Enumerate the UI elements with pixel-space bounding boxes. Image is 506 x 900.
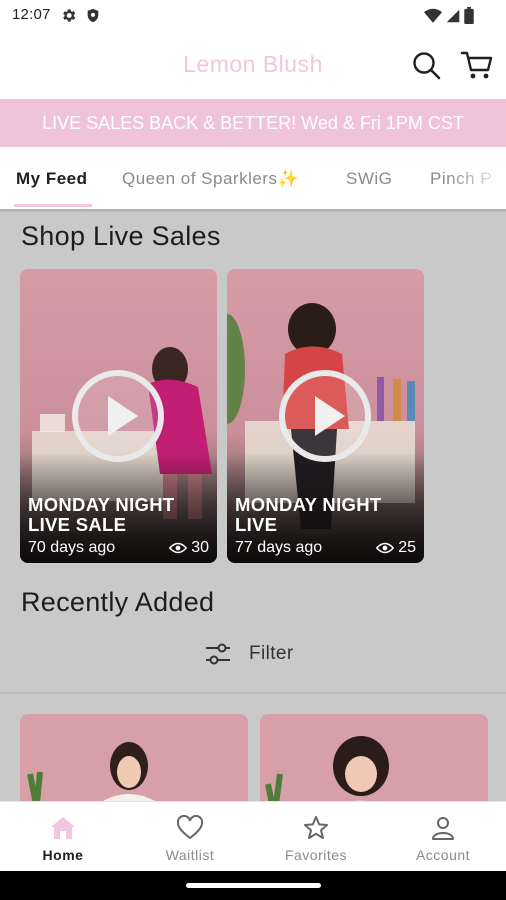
tab-my-feed[interactable]: My Feed [16,169,88,189]
person-icon [432,817,454,840]
product-card[interactable] [20,714,248,801]
shop-live-sales-title: Shop Live Sales [21,221,221,251]
live-sale-title: MONDAY NIGHT LIVE SALE [28,494,175,535]
settings-gear-icon [63,9,76,22]
system-gesture-bar [0,871,506,900]
announcement-banner[interactable]: LIVE SALES BACK & BETTER! Wed & Fri 1PM … [0,99,506,147]
nav-favorites[interactable]: Favorites [253,802,379,872]
battery-icon [464,7,474,24]
nav-account[interactable]: Account [380,802,506,872]
nav-favorites-label: Favorites [284,847,348,863]
live-sale-views: 25 [376,539,416,557]
home-gesture-handle[interactable] [186,883,321,888]
feed-tabs: My Feed Queen of Sparklers✨ SWiG Pinch P [0,147,506,209]
product-card[interactable] [260,714,488,801]
live-sale-age: 77 days ago [235,539,323,556]
live-sale-card[interactable]: MONDAY NIGHT LIVE SALE 70 days ago 30 [20,269,217,563]
eye-icon [169,542,188,554]
heart-icon [177,815,203,840]
play-icon[interactable] [70,368,166,464]
content-shadow [0,209,506,213]
star-icon [304,816,328,839]
status-bar: 12:07 [0,0,506,32]
active-tab-indicator [14,204,92,207]
nav-waitlist[interactable]: Waitlist [127,802,253,872]
divider [0,692,506,694]
tab-queen-of-sparklers[interactable]: Queen of Sparklers✨ [122,169,299,189]
eye-icon [376,542,395,554]
nav-account-label: Account [415,847,471,863]
live-sale-age: 70 days ago [28,539,116,556]
status-time: 12:07 [12,6,51,23]
app-header: Lemon Blush [0,32,506,99]
tabs-fade [446,147,506,209]
bottom-navigation: Home Waitlist Favorites Account [0,801,506,872]
sliders-icon [206,643,230,665]
live-sale-title: MONDAY NIGHT LIVE [235,494,382,535]
view-count: 25 [398,539,416,556]
cart-icon[interactable] [460,49,494,81]
signal-icon [446,9,460,22]
product-image [27,742,155,801]
tab-swig[interactable]: SWiG [346,169,392,189]
search-icon[interactable] [410,49,442,81]
product-image [265,736,389,801]
view-count: 30 [191,539,209,556]
nav-waitlist-label: Waitlist [165,847,215,863]
nav-home-label: Home [42,847,84,863]
recently-added-title: Recently Added [21,587,215,617]
nav-home[interactable]: Home [0,802,126,872]
live-sale-card[interactable]: MONDAY NIGHT LIVE 77 days ago 25 [227,269,424,563]
filter-button[interactable]: Filter [205,643,294,665]
shield-icon [87,8,99,23]
announcement-text: LIVE SALES BACK & BETTER! Wed & Fri 1PM … [42,113,464,133]
live-sale-views: 30 [169,539,209,557]
feed-content[interactable]: Shop Live Sales MONDAY NIGHT LIVE SALE 7… [0,209,506,801]
play-icon[interactable] [277,368,373,464]
home-icon [51,817,75,839]
filter-label: Filter [249,643,294,664]
wifi-icon [424,8,442,23]
